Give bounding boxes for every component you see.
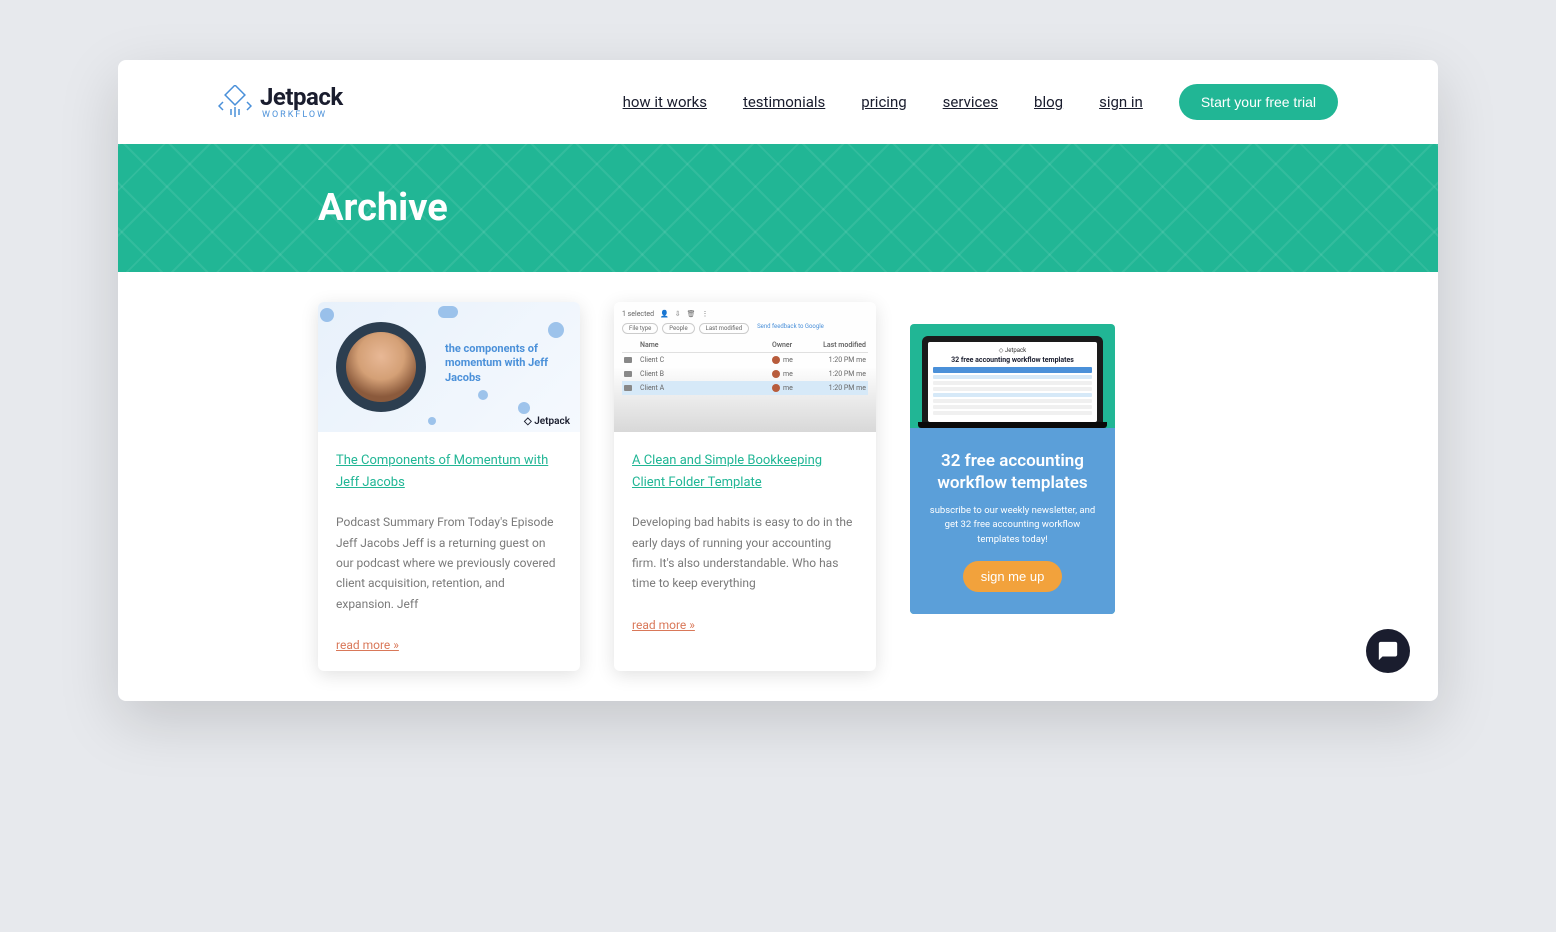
main-nav: how it works testimonials pricing servic…	[623, 84, 1338, 120]
nav-blog[interactable]: blog	[1034, 93, 1063, 111]
post-excerpt: Developing bad habits is easy to do in t…	[632, 512, 858, 594]
laptop-title: 32 free accounting workflow templates	[933, 356, 1092, 364]
nav-testimonials[interactable]: testimonials	[743, 93, 825, 111]
post-title-link[interactable]: The Components of Momentum with Jeff Jac…	[336, 450, 562, 494]
page-title: Archive	[318, 186, 1438, 230]
sign-me-up-button[interactable]: sign me up	[963, 561, 1063, 592]
logo-icon	[218, 85, 252, 119]
post-thumbnail[interactable]: 1 selected 👤⇩🗑⋮ File type People Last mo…	[614, 302, 876, 432]
read-more-link[interactable]: read more »	[336, 638, 399, 652]
start-trial-button[interactable]: Start your free trial	[1179, 84, 1338, 120]
thumb-filters: File type People Last modified Send feed…	[622, 323, 868, 334]
page-frame: Jetpack Workflow how it works testimonia…	[118, 60, 1438, 701]
laptop-brand: ◇ Jetpack	[933, 347, 1092, 354]
logo[interactable]: Jetpack Workflow	[218, 85, 343, 120]
logo-tagline: Workflow	[262, 111, 343, 120]
post-cards: the components of momentum with Jeff Jac…	[318, 302, 876, 671]
header: Jetpack Workflow how it works testimonia…	[118, 60, 1438, 144]
chat-widget-button[interactable]	[1366, 629, 1410, 673]
post-card: the components of momentum with Jeff Jac…	[318, 302, 580, 671]
sidebar-promo: ◇ Jetpack 32 free accounting workflow te…	[910, 324, 1115, 614]
content-area: the components of momentum with Jeff Jac…	[118, 272, 1438, 701]
thumb-table: Name Owner Last modified Client C me 1:2…	[622, 338, 868, 395]
promo-subtext: subscribe to our weekly newsletter, and …	[926, 504, 1099, 547]
promo-heading: 32 free accounting workflow templates	[926, 450, 1099, 494]
nav-how-it-works[interactable]: how it works	[623, 93, 707, 111]
post-title-link[interactable]: A Clean and Simple Bookkeeping Client Fo…	[632, 450, 858, 494]
logo-name: Jetpack	[260, 85, 343, 109]
hero-banner: Archive	[118, 144, 1438, 272]
post-excerpt: Podcast Summary From Today's Episode Jef…	[336, 512, 562, 614]
read-more-link[interactable]: read more »	[632, 618, 695, 632]
nav-sign-in[interactable]: sign in	[1099, 93, 1143, 111]
chat-icon	[1377, 640, 1399, 662]
promo-image: ◇ Jetpack 32 free accounting workflow te…	[910, 324, 1115, 428]
thumbnail-brand: ◇ Jetpack	[524, 416, 570, 427]
nav-pricing[interactable]: pricing	[861, 93, 906, 111]
thumbnail-caption: the components of momentum with Jeff Jac…	[445, 342, 570, 385]
post-thumbnail[interactable]: the components of momentum with Jeff Jac…	[318, 302, 580, 432]
nav-services[interactable]: services	[943, 93, 998, 111]
thumb-toolbar: 1 selected 👤⇩🗑⋮	[622, 310, 868, 318]
post-card: 1 selected 👤⇩🗑⋮ File type People Last mo…	[614, 302, 876, 671]
author-avatar	[336, 322, 426, 412]
